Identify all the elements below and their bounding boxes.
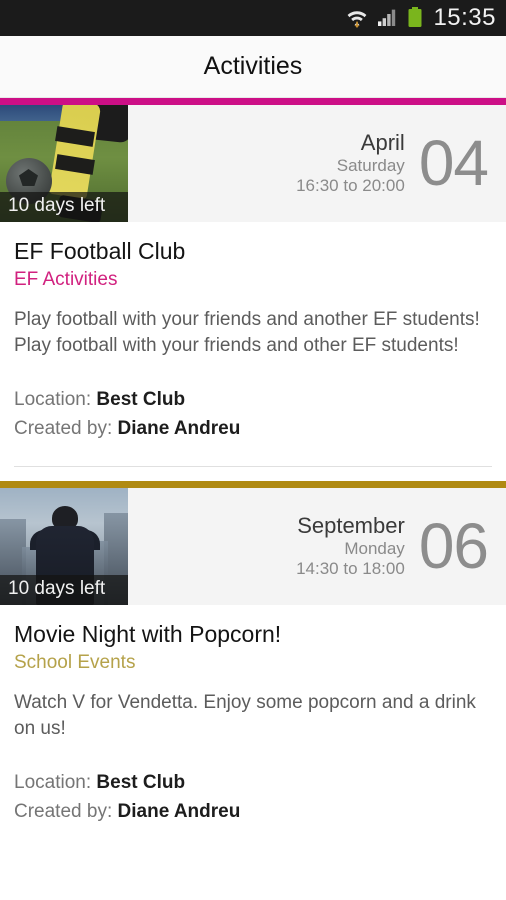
activity-date-block: September Monday 14:30 to 18:00 06 — [128, 488, 506, 605]
activity-month: April — [360, 130, 405, 156]
activity-card-header[interactable]: 10 days left September Monday 14:30 to 1… — [0, 487, 506, 605]
location-value: Best Club — [96, 771, 186, 793]
card-accent-bar — [0, 98, 506, 105]
activity-thumbnail[interactable]: 10 days left — [0, 105, 128, 222]
days-left-badge: 10 days left — [0, 192, 128, 222]
activity-meta: Location: Best Club Created by: Diane An… — [14, 768, 492, 827]
battery-icon — [407, 7, 423, 29]
activity-weekday: Monday — [344, 539, 405, 559]
activity-creator-row: Created by: Diane Andreu — [14, 797, 492, 826]
activity-meta: Location: Best Club Created by: Diane An… — [14, 385, 492, 444]
activity-day-number: 06 — [418, 509, 489, 582]
location-value: Best Club — [96, 389, 186, 411]
activity-time-range: 16:30 to 20:00 — [296, 176, 405, 196]
activity-description: Play football with your friends and anot… — [14, 308, 480, 356]
activity-location-row: Location: Best Club — [14, 385, 492, 414]
card-accent-bar — [0, 480, 506, 488]
activity-month: September — [297, 513, 405, 539]
activity-card[interactable]: 10 days left September Monday 14:30 to 1… — [0, 480, 506, 827]
activity-day-number: 04 — [418, 127, 489, 200]
activity-date-text: September Monday 14:30 to 18:00 — [296, 513, 405, 579]
created-by-value: Diane Andreu — [117, 418, 241, 440]
activity-thumbnail[interactable]: 10 days left — [0, 487, 128, 605]
status-bar-clock: 15:35 — [433, 4, 496, 31]
activity-time-range: 14:30 to 18:00 — [296, 559, 405, 579]
status-bar: 15:35 — [0, 0, 506, 36]
activity-date-block: April Saturday 16:30 to 20:00 04 — [128, 105, 506, 222]
activity-title: EF Football Club — [14, 238, 186, 264]
activity-date-text: April Saturday 16:30 to 20:00 — [296, 130, 405, 196]
activity-location-row: Location: Best Club — [14, 768, 492, 797]
page-title: Activities — [203, 52, 303, 80]
created-by-label: Created by: — [14, 418, 113, 440]
created-by-label: Created by: — [14, 801, 113, 823]
activity-weekday: Saturday — [336, 156, 405, 176]
app-title-bar: Activities — [0, 36, 506, 98]
activity-card-header[interactable]: 10 days left April Saturday 16:30 to 20:… — [0, 105, 506, 222]
activity-category[interactable]: School Events — [14, 652, 492, 674]
created-by-value: Diane Andreu — [117, 801, 241, 823]
activity-title: Movie Night with Popcorn! — [14, 620, 282, 647]
activity-creator-row: Created by: Diane Andreu — [14, 414, 492, 443]
activity-card-body: EF Football Club EF Activities Play foot… — [0, 222, 506, 467]
cellular-signal-icon — [377, 8, 399, 28]
activity-description: Watch V for Vendetta. Enjoy some popcorn… — [14, 691, 476, 739]
wifi-download-icon — [345, 7, 369, 29]
location-label: Location: — [14, 771, 92, 793]
activity-card-body: Movie Night with Popcorn! School Events … — [0, 605, 506, 827]
location-label: Location: — [14, 389, 92, 411]
activity-card[interactable]: 10 days left April Saturday 16:30 to 20:… — [0, 98, 506, 467]
activity-category[interactable]: EF Activities — [14, 269, 492, 291]
days-left-badge: 10 days left — [0, 574, 128, 605]
card-spacer — [0, 467, 506, 481]
